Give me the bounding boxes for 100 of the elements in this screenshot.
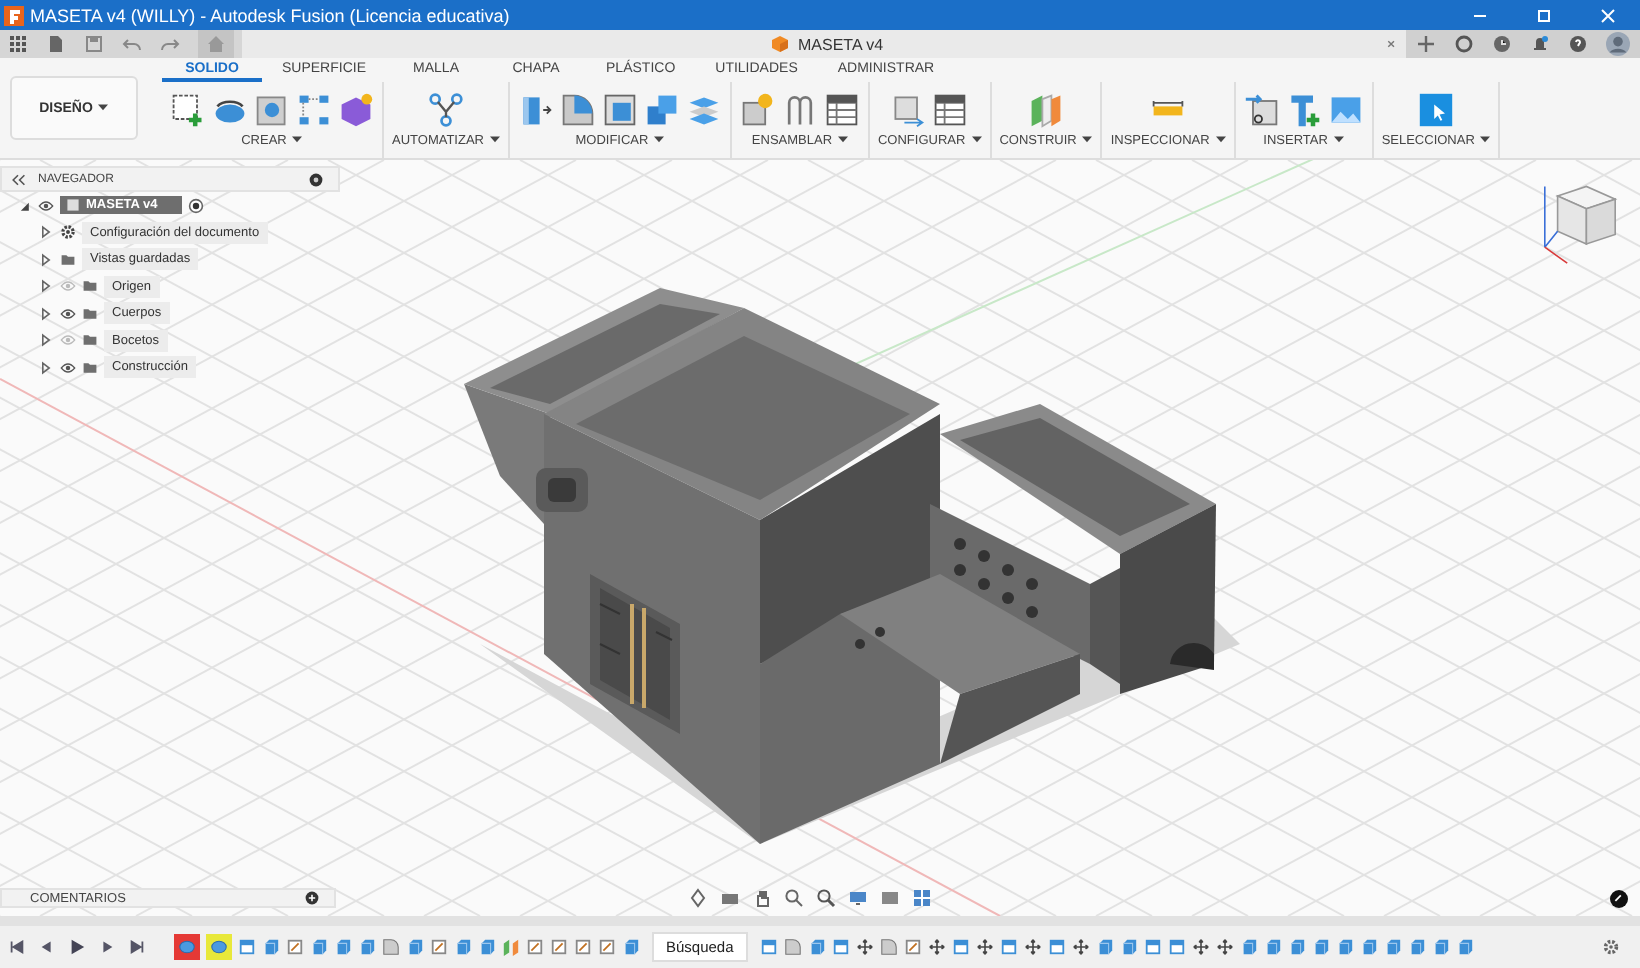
caret-icon <box>292 134 303 144</box>
cube-icon[interactable] <box>1359 938 1378 956</box>
cube-icon[interactable] <box>1311 938 1330 956</box>
previous-icon[interactable] <box>38 938 56 956</box>
save-icon[interactable] <box>84 34 104 54</box>
highlighted-feature[interactable] <box>206 934 232 960</box>
table-icon[interactable] <box>932 92 969 128</box>
cube-icon[interactable] <box>1383 938 1402 956</box>
sketch-icon[interactable] <box>550 938 568 956</box>
file-icon[interactable] <box>46 34 66 54</box>
next-icon[interactable] <box>98 938 116 956</box>
play-icon[interactable] <box>68 938 86 956</box>
document-tab-title[interactable]: MASETA v4 <box>798 35 884 53</box>
pin-icon[interactable] <box>308 171 324 187</box>
image-icon[interactable] <box>1327 92 1364 128</box>
caret-icon <box>1215 134 1226 144</box>
cube-icon[interactable] <box>1119 938 1138 956</box>
sketch-icon[interactable] <box>430 938 448 956</box>
eye-icon[interactable] <box>38 197 54 214</box>
cube-icon[interactable] <box>262 938 280 956</box>
redo-icon[interactable] <box>160 34 180 54</box>
caret-icon <box>654 134 665 144</box>
app-logo-icon <box>4 5 24 25</box>
select-icon[interactable] <box>1418 92 1455 128</box>
pattern-icon[interactable] <box>296 92 332 128</box>
fillet-icon[interactable] <box>382 938 400 956</box>
last-frame-icon[interactable] <box>128 938 146 956</box>
form-icon[interactable] <box>338 92 374 128</box>
cube-icon[interactable] <box>807 938 826 956</box>
move-icon[interactable] <box>855 938 874 956</box>
sketch-icon[interactable] <box>526 938 544 956</box>
caret-icon <box>489 134 500 144</box>
clock-icon[interactable] <box>1492 34 1512 54</box>
avatar-icon[interactable] <box>1606 32 1630 56</box>
box-icon[interactable] <box>238 938 256 956</box>
insert-bolt-icon[interactable] <box>1285 92 1322 128</box>
orbit-icon[interactable] <box>688 888 708 908</box>
new-tab-icon[interactable] <box>1416 34 1436 54</box>
zoom-window-icon[interactable] <box>784 888 804 908</box>
cube-icon[interactable] <box>478 938 496 956</box>
fillet-icon[interactable] <box>783 938 802 956</box>
move-icon[interactable] <box>927 938 946 956</box>
move-icon[interactable] <box>975 938 994 956</box>
close-icon[interactable] <box>1598 5 1618 25</box>
cube-icon[interactable] <box>622 938 640 956</box>
visual-style-icon[interactable] <box>880 888 900 908</box>
move-icon[interactable] <box>1215 938 1234 956</box>
add-comment-icon[interactable] <box>304 890 320 906</box>
bell-icon[interactable] <box>1530 34 1550 54</box>
sketch-plus-icon[interactable] <box>170 92 206 128</box>
cube-icon[interactable] <box>454 938 472 956</box>
eye-icon[interactable] <box>60 305 76 322</box>
cube-icon[interactable] <box>1287 938 1306 956</box>
combine-icon[interactable] <box>643 92 680 128</box>
caret-icon <box>838 134 849 144</box>
sketch-icon[interactable] <box>598 938 616 956</box>
document-icon <box>66 198 80 213</box>
box-icon[interactable] <box>1143 938 1162 956</box>
window-title: MASETA v4 (WILLY) - Autodesk Fusion (Licencia educativa) <box>30 5 510 25</box>
fillet-icon[interactable] <box>559 92 596 128</box>
shell-icon[interactable] <box>601 92 638 128</box>
cube-icon[interactable] <box>310 938 328 956</box>
zoom-icon[interactable] <box>816 888 836 908</box>
grid-settings-icon[interactable] <box>912 888 932 908</box>
undo-icon[interactable] <box>122 34 142 54</box>
cube-icon[interactable] <box>1407 938 1426 956</box>
caret-icon <box>98 101 109 111</box>
move-icon[interactable] <box>1191 938 1210 956</box>
first-frame-icon[interactable] <box>8 938 26 956</box>
radio-icon[interactable] <box>187 197 204 214</box>
eye-icon[interactable] <box>60 359 76 376</box>
cube-icon[interactable] <box>1455 938 1474 956</box>
gear-icon <box>60 224 76 241</box>
cube-icon[interactable] <box>334 938 352 956</box>
box-icon[interactable] <box>759 938 778 956</box>
move-icon[interactable] <box>1071 938 1090 956</box>
cube-icon <box>770 34 790 54</box>
cube-icon[interactable] <box>406 938 424 956</box>
cube-icon[interactable] <box>1431 938 1450 956</box>
sketch-icon[interactable] <box>286 938 304 956</box>
display-icon[interactable] <box>848 888 868 908</box>
sketch-icon[interactable] <box>574 938 592 956</box>
plane-icon[interactable] <box>1028 92 1064 128</box>
settings-icon[interactable] <box>1602 938 1620 956</box>
plane-icon[interactable] <box>502 938 520 956</box>
table-icon[interactable] <box>823 92 860 128</box>
highlighted-feature[interactable] <box>174 934 200 960</box>
derive-icon[interactable] <box>1243 92 1280 128</box>
cube-icon[interactable] <box>358 938 376 956</box>
press-pull-icon[interactable] <box>517 92 554 128</box>
move-icon[interactable] <box>1023 938 1042 956</box>
stacked-plates-icon[interactable] <box>685 92 722 128</box>
cube-icon[interactable] <box>1263 938 1282 956</box>
nodes-icon[interactable] <box>427 92 464 128</box>
grid-menu-icon[interactable] <box>8 34 28 54</box>
new-component-icon[interactable] <box>739 92 776 128</box>
collapse-icon[interactable] <box>10 171 26 187</box>
restore-icon[interactable] <box>1534 5 1554 25</box>
help-icon[interactable] <box>1568 34 1588 54</box>
cube-icon[interactable] <box>1335 938 1354 956</box>
